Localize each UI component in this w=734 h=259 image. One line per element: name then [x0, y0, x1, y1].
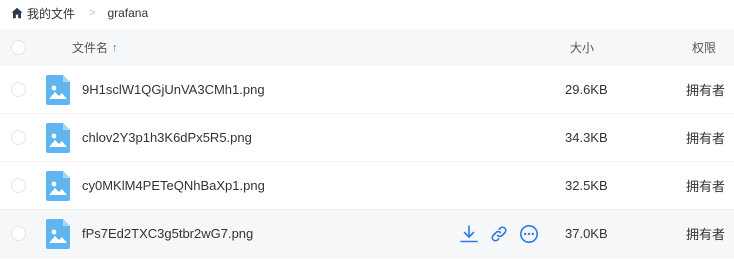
- size-column-header[interactable]: 大小: [570, 39, 594, 56]
- file-row[interactable]: cy0MKlM4PETeQNhBaXp1.png 32.5KB 拥有者: [0, 162, 734, 210]
- link-icon[interactable]: [489, 224, 509, 244]
- file-permission: 拥有者: [686, 179, 726, 194]
- file-name[interactable]: 9H1sclW1QGjUnVA3CMh1.png: [82, 82, 265, 97]
- more-icon[interactable]: [519, 224, 539, 244]
- row-checkbox[interactable]: [11, 82, 26, 97]
- file-permission: 拥有者: [686, 83, 726, 98]
- file-row[interactable]: chlov2Y3p1h3K6dPx5R5.png 34.3KB 拥有者: [0, 114, 734, 162]
- breadcrumb-root[interactable]: 我的文件: [27, 5, 75, 22]
- file-size: 29.6KB: [565, 82, 608, 97]
- row-checkbox[interactable]: [11, 130, 26, 145]
- breadcrumb-current: grafana: [107, 6, 149, 20]
- image-file-icon: [46, 218, 70, 249]
- file-list-header: 文件名 ↑ 大小 权限: [0, 29, 734, 66]
- image-file-icon: [46, 74, 70, 105]
- select-all-checkbox[interactable]: [11, 40, 26, 55]
- sort-ascending-icon: ↑: [112, 41, 118, 54]
- row-checkbox[interactable]: [11, 226, 26, 241]
- name-column-header[interactable]: 文件名 ↑: [72, 39, 118, 56]
- file-size: 32.5KB: [565, 178, 608, 193]
- download-icon[interactable]: [459, 224, 479, 244]
- breadcrumb: 我的文件 > grafana: [11, 5, 148, 21]
- file-row[interactable]: fPs7Ed2TXC3g5tbr2wG7.png 37.0KB 拥有者: [0, 210, 734, 258]
- image-file-icon: [46, 170, 70, 201]
- breadcrumb-separator: >: [89, 7, 96, 19]
- row-checkbox[interactable]: [11, 178, 26, 193]
- file-size: 37.0KB: [565, 226, 608, 241]
- file-name[interactable]: fPs7Ed2TXC3g5tbr2wG7.png: [82, 226, 253, 241]
- permission-column-header: 权限: [692, 41, 717, 55]
- file-name[interactable]: chlov2Y3p1h3K6dPx5R5.png: [82, 130, 252, 145]
- file-row[interactable]: 9H1sclW1QGjUnVA3CMh1.png 29.6KB 拥有者: [0, 66, 734, 114]
- file-size: 34.3KB: [565, 130, 608, 145]
- name-column-label: 文件名: [72, 41, 109, 55]
- file-permission: 拥有者: [686, 131, 726, 146]
- row-actions: [459, 224, 539, 244]
- image-file-icon: [46, 122, 70, 153]
- file-name[interactable]: cy0MKlM4PETeQNhBaXp1.png: [82, 178, 265, 193]
- home-icon[interactable]: [11, 7, 23, 19]
- file-permission: 拥有者: [686, 227, 726, 242]
